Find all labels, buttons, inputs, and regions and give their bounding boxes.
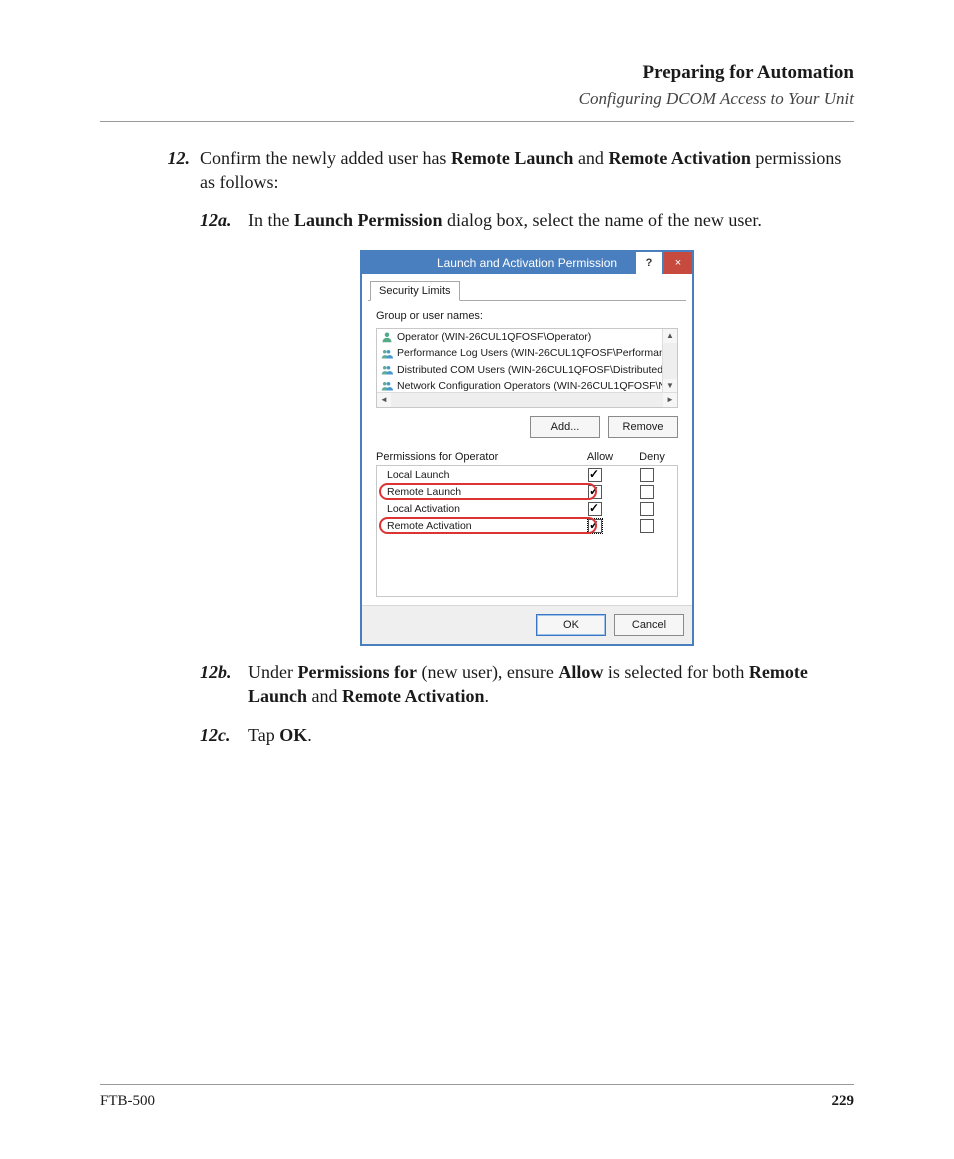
permission-row: Local Activation bbox=[377, 500, 677, 517]
dialog-body: Security Limits Group or user names: Ope… bbox=[362, 274, 692, 605]
permission-name: Local Launch bbox=[381, 468, 569, 482]
step-12: 12. Confirm the newly added user has Rem… bbox=[160, 146, 854, 195]
list-item-label: Distributed COM Users (WIN-26CUL1QFOSF\D… bbox=[397, 363, 663, 377]
substeps: 12a. In the Launch Permission dialog box… bbox=[200, 208, 854, 747]
step-12b: 12b. Under Permissions for (new user), e… bbox=[200, 660, 854, 709]
step-12a: 12a. In the Launch Permission dialog box… bbox=[200, 208, 854, 232]
product-id: FTB-500 bbox=[100, 1091, 155, 1111]
permission-row: Remote Launch bbox=[377, 483, 677, 500]
horizontal-scrollbar[interactable]: ◄ ► bbox=[377, 392, 677, 407]
list-item[interactable]: Operator (WIN-26CUL1QFOSF\Operator) bbox=[377, 329, 663, 345]
substep-body: In the Launch Permission dialog box, sel… bbox=[248, 208, 854, 232]
page-header: Preparing for Automation Configuring DCO… bbox=[100, 60, 854, 111]
ok-button[interactable]: OK bbox=[536, 614, 606, 636]
page-number: 229 bbox=[832, 1091, 855, 1111]
users-icon bbox=[381, 380, 393, 392]
permission-name: Remote Launch bbox=[381, 485, 569, 499]
deny-checkbox[interactable] bbox=[640, 502, 654, 516]
tab-security-limits[interactable]: Security Limits bbox=[370, 281, 460, 302]
add-button[interactable]: Add... bbox=[530, 416, 600, 438]
substep-body: Tap OK. bbox=[248, 723, 854, 747]
user-icon bbox=[381, 331, 393, 343]
step-body: Confirm the newly added user has Remote … bbox=[200, 146, 854, 195]
substep-number: 12c. bbox=[200, 723, 242, 747]
allow-checkbox[interactable] bbox=[588, 502, 602, 516]
vertical-scrollbar[interactable]: ▲ ▼ bbox=[662, 329, 677, 393]
allow-checkbox[interactable] bbox=[588, 485, 602, 499]
deny-checkbox[interactable] bbox=[640, 485, 654, 499]
header-rule bbox=[100, 121, 854, 122]
dialog-title-text: Launch and Activation Permission bbox=[437, 255, 617, 271]
remove-button[interactable]: Remove bbox=[608, 416, 678, 438]
substep-body: Under Permissions for (new user), ensure… bbox=[248, 660, 854, 709]
scroll-down-icon[interactable]: ▼ bbox=[663, 379, 677, 393]
deny-checkbox[interactable] bbox=[640, 519, 654, 533]
section-subtitle: Configuring DCOM Access to Your Unit bbox=[100, 88, 854, 111]
allow-checkbox[interactable] bbox=[588, 519, 602, 533]
group-user-listbox[interactable]: Operator (WIN-26CUL1QFOSF\Operator) Perfo… bbox=[376, 328, 678, 408]
permission-name: Local Activation bbox=[381, 502, 569, 516]
launch-activation-dialog: Launch and Activation Permission ? × Sec… bbox=[360, 250, 694, 646]
step-number: 12. bbox=[160, 146, 190, 195]
allow-column-label: Allow bbox=[574, 450, 626, 465]
help-button[interactable]: ? bbox=[636, 252, 662, 274]
permission-row: Local Launch bbox=[377, 466, 677, 483]
cancel-button[interactable]: Cancel bbox=[614, 614, 684, 636]
deny-column-label: Deny bbox=[626, 450, 678, 465]
group-user-label: Group or user names: bbox=[376, 309, 678, 324]
dialog-titlebar[interactable]: Launch and Activation Permission ? × bbox=[362, 252, 692, 274]
scroll-right-icon[interactable]: ► bbox=[663, 393, 677, 407]
users-icon bbox=[381, 348, 393, 360]
list-item[interactable]: Distributed COM Users (WIN-26CUL1QFOSF\D… bbox=[377, 362, 663, 378]
list-item-label: Network Configuration Operators (WIN-26C… bbox=[397, 379, 663, 393]
scroll-left-icon[interactable]: ◄ bbox=[377, 393, 391, 407]
list-item[interactable]: Network Configuration Operators (WIN-26C… bbox=[377, 378, 663, 393]
permission-row: Remote Activation bbox=[377, 517, 677, 534]
footer-rule bbox=[100, 1084, 854, 1085]
close-button[interactable]: × bbox=[664, 252, 692, 274]
dialog-figure: Launch and Activation Permission ? × Sec… bbox=[200, 250, 854, 646]
step-12c: 12c. Tap OK. bbox=[200, 723, 854, 747]
list-item-label: Operator (WIN-26CUL1QFOSF\Operator) bbox=[397, 330, 591, 344]
tab-strip: Security Limits bbox=[368, 280, 686, 301]
scroll-up-icon[interactable]: ▲ bbox=[663, 329, 677, 343]
document-page: Preparing for Automation Configuring DCO… bbox=[0, 0, 954, 1159]
permissions-for-label: Permissions for Operator bbox=[376, 450, 574, 465]
list-item-label: Performance Log Users (WIN-26CUL1QFOSF\P… bbox=[397, 346, 663, 360]
list-item[interactable]: Performance Log Users (WIN-26CUL1QFOSF\P… bbox=[377, 345, 663, 361]
chapter-title: Preparing for Automation bbox=[100, 60, 854, 86]
dialog-footer: OK Cancel bbox=[362, 605, 692, 644]
allow-checkbox[interactable] bbox=[588, 468, 602, 482]
permission-name: Remote Activation bbox=[381, 519, 569, 533]
permissions-grid: Local Launch Remote Launch Local Activatio… bbox=[376, 465, 678, 597]
substep-number: 12a. bbox=[200, 208, 242, 232]
users-icon bbox=[381, 364, 393, 376]
deny-checkbox[interactable] bbox=[640, 468, 654, 482]
substep-number: 12b. bbox=[200, 660, 242, 709]
page-footer: FTB-500 229 bbox=[100, 1075, 854, 1111]
permissions-header: Permissions for Operator Allow Deny bbox=[376, 450, 678, 465]
